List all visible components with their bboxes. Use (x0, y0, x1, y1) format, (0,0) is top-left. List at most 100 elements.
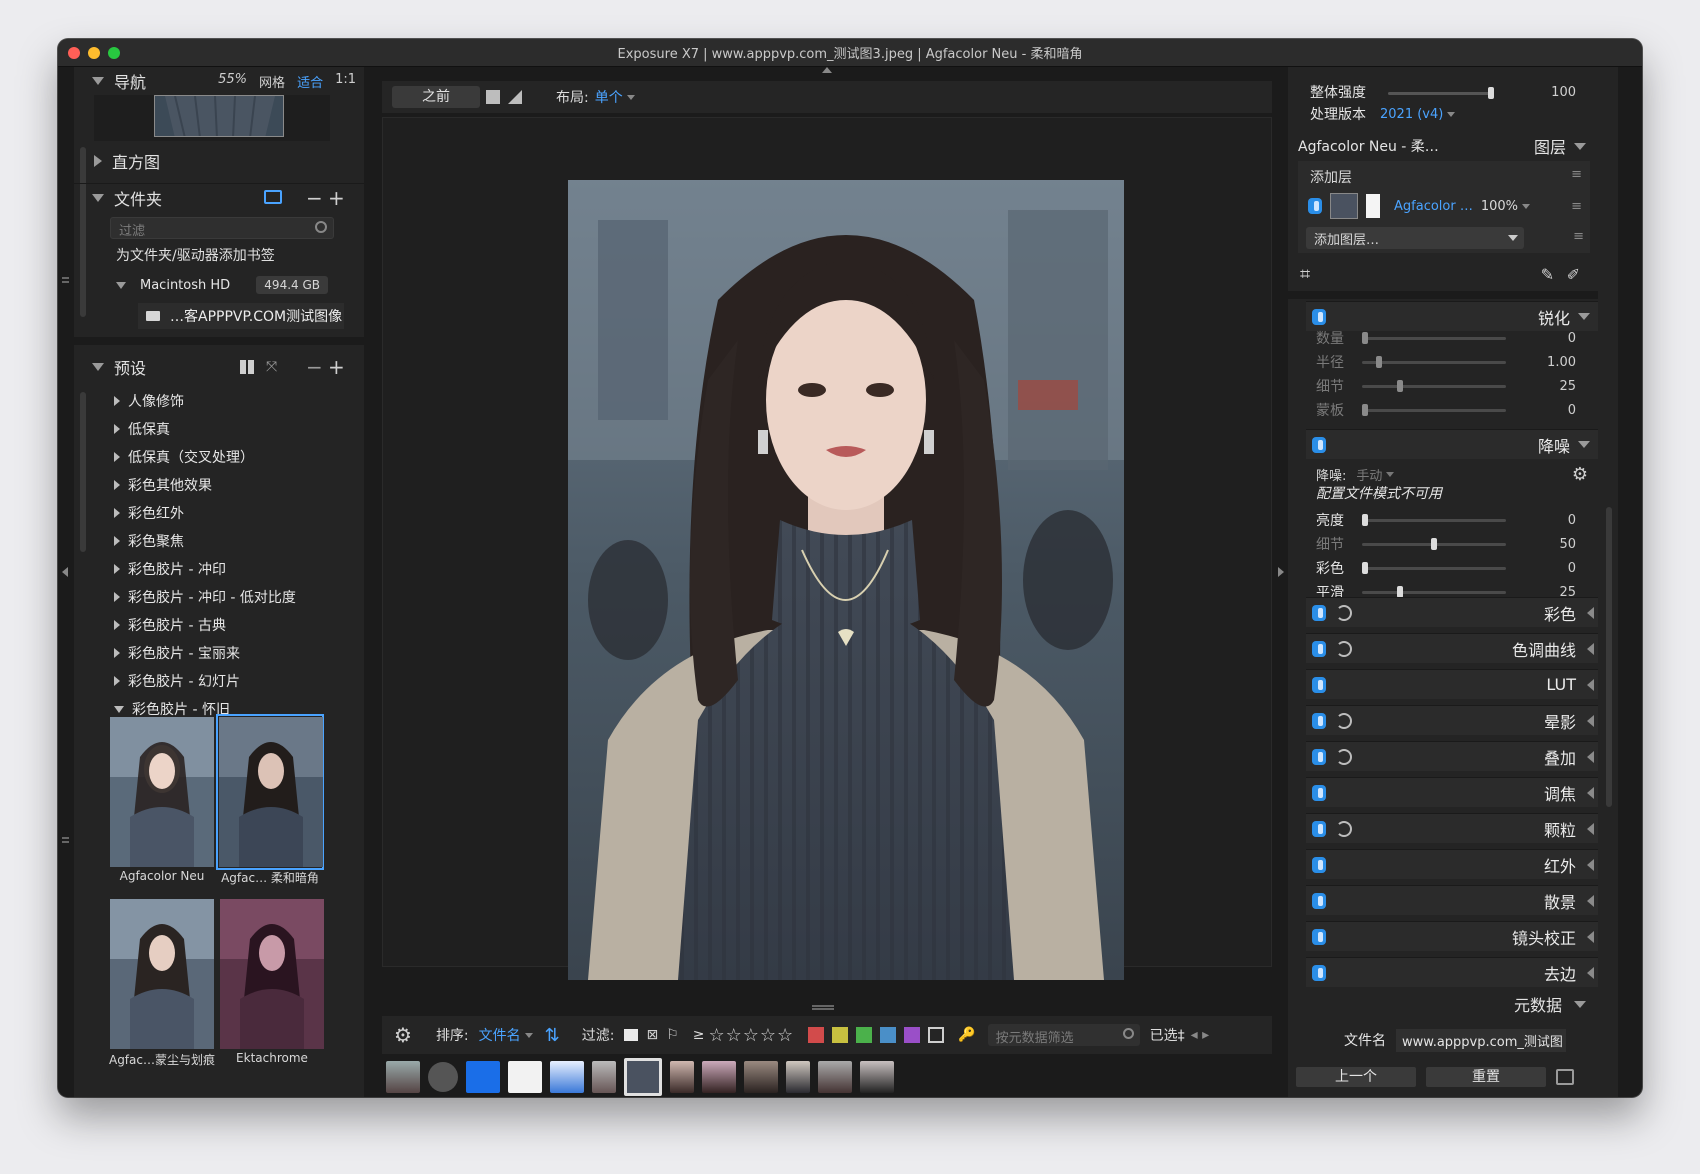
film-thumb-logo[interactable] (508, 1061, 542, 1093)
panel-toggle[interactable] (1312, 712, 1326, 729)
adjustment-panel-header[interactable]: 晕影 (1306, 705, 1598, 735)
collapse-top-icon[interactable] (822, 67, 832, 73)
navigator-thumbnail[interactable] (154, 95, 284, 137)
adjustment-panel-header[interactable]: 叠加 (1306, 741, 1598, 771)
metadata-filter-input[interactable]: 按元数据筛选 (987, 1024, 1140, 1046)
film-thumb[interactable] (670, 1061, 694, 1093)
slider-knob[interactable] (1431, 538, 1437, 550)
slider-knob[interactable] (1488, 87, 1494, 99)
panel-toggle[interactable] (1312, 640, 1326, 657)
color-label-yellow[interactable] (832, 1027, 849, 1043)
film-thumb-camera-icon[interactable] (428, 1062, 458, 1092)
preset-category[interactable]: 低保真 (92, 415, 354, 443)
preset-thumb[interactable] (110, 717, 218, 869)
preset-category[interactable]: 彩色胶片 - 宝丽来 (92, 639, 354, 667)
slider-track[interactable] (1362, 356, 1506, 368)
process-version-select[interactable]: 2021 (v4) (1380, 107, 1443, 122)
slider-track[interactable] (1362, 380, 1506, 392)
split-view-icon[interactable] (486, 90, 500, 104)
adjustment-panel-header[interactable]: 调焦 (1306, 777, 1598, 807)
layer-visibility-toggle[interactable] (1308, 198, 1322, 214)
drag-handle-icon[interactable] (62, 277, 69, 283)
one-to-one-toggle[interactable]: 1:1 (335, 72, 356, 91)
add-layer-dropdown[interactable]: 添加图层… (1306, 227, 1524, 249)
film-thumb[interactable] (860, 1061, 894, 1093)
overall-strength-slider[interactable] (1388, 87, 1494, 99)
navigator-header[interactable]: 导航 55% 网格 适合 1:1 (74, 67, 364, 95)
film-thumb[interactable] (818, 1061, 852, 1093)
reset-button[interactable]: 重置 (1426, 1067, 1546, 1087)
film-thumb[interactable] (786, 1061, 810, 1093)
preset-category[interactable]: 彩色胶片 - 冲印 - 低对比度 (92, 583, 354, 611)
eyedropper-icon[interactable]: ✎ (1541, 265, 1554, 284)
slider-knob[interactable] (1362, 332, 1368, 344)
slider-knob[interactable] (1362, 562, 1368, 574)
sync-icon[interactable] (1336, 820, 1352, 837)
color-label-red[interactable] (808, 1027, 825, 1043)
panel-toggle[interactable] (1312, 856, 1326, 873)
presets-scrollbar[interactable] (80, 392, 86, 552)
gear-icon[interactable]: ⚙ (394, 1023, 412, 1047)
slider-track[interactable] (1362, 562, 1506, 574)
slider-knob[interactable] (1397, 380, 1403, 392)
preset-category[interactable]: 彩色胶片 - 古典 (92, 611, 354, 639)
add-preset-icon[interactable]: + (328, 355, 345, 379)
sync-icon[interactable] (1336, 604, 1352, 621)
adjustment-panel-header[interactable]: LUT (1306, 669, 1598, 699)
preset-category[interactable]: 彩色红外 (92, 499, 354, 527)
layer-row[interactable]: Agfacolor … 100% ≡ (1298, 191, 1590, 221)
adjustment-panel-header[interactable]: 镜头校正 (1306, 921, 1598, 951)
slider-track[interactable] (1362, 332, 1506, 344)
remove-preset-icon[interactable]: − (306, 355, 323, 379)
film-thumb[interactable] (550, 1061, 584, 1093)
remove-folder-icon[interactable]: − (306, 186, 323, 210)
film-thumb[interactable] (386, 1061, 420, 1093)
preset-category[interactable]: 彩色其他效果 (92, 471, 354, 499)
crop-icon[interactable]: ⌗ (1300, 264, 1310, 285)
layer-options-icon[interactable]: ≡ (1573, 229, 1584, 244)
filename-field[interactable]: www.apppvp.com_测试图 (1396, 1028, 1566, 1052)
presets-header[interactable]: 预设 ⤧ − + (74, 353, 364, 381)
sort-order-icon[interactable]: ⇅ (545, 1025, 560, 1046)
panel-toggle[interactable] (1312, 604, 1326, 621)
drag-handle-icon[interactable] (62, 837, 69, 843)
zoom-window-button[interactable] (108, 47, 120, 59)
preset-category[interactable]: 低保真（交叉处理） (92, 443, 354, 471)
grid-toggle[interactable]: 网格 (259, 72, 285, 91)
panel-toggle[interactable] (1312, 928, 1326, 945)
panel-divider[interactable] (74, 337, 364, 345)
slider-knob[interactable] (1362, 514, 1368, 526)
sync-icon[interactable] (1336, 712, 1352, 729)
adjustment-panel-header[interactable]: 色调曲线 (1306, 633, 1598, 663)
histogram-header[interactable]: 直方图 (74, 147, 364, 175)
grid-view-icon[interactable] (240, 360, 254, 374)
fit-toggle[interactable]: 适合 (297, 72, 323, 91)
folders-header[interactable]: 文件夹 − + (74, 183, 364, 211)
preset-category[interactable]: 彩色胶片 - 幻灯片 (92, 667, 354, 695)
film-thumb[interactable] (744, 1061, 778, 1093)
preset-thumb-selected[interactable] (216, 714, 324, 870)
noise-panel-header[interactable]: 降噪 (1306, 429, 1598, 459)
image-canvas[interactable] (382, 117, 1272, 980)
panel-toggle[interactable] (1312, 784, 1326, 801)
add-folder-icon[interactable]: + (328, 186, 345, 210)
panel-divider[interactable] (1288, 291, 1598, 299)
film-thumb[interactable] (592, 1061, 616, 1093)
right-scrollbar[interactable] (1606, 507, 1612, 807)
layer-name[interactable]: Agfacolor … (1394, 199, 1473, 214)
before-button[interactable]: 之前 (392, 86, 480, 108)
panel-toggle[interactable] (1312, 820, 1326, 837)
panel-toggle[interactable] (1312, 748, 1326, 765)
adjustment-panel-header[interactable]: 去边 (1306, 957, 1598, 987)
adjustment-panel-header[interactable]: 彩色 (1306, 597, 1598, 627)
folder-row[interactable]: …客APPPVP.COM测试图像 (138, 303, 344, 329)
drag-handle-icon[interactable] (812, 1005, 834, 1010)
folder-browse-icon[interactable] (264, 190, 282, 204)
chevron-down-icon[interactable] (1574, 142, 1586, 150)
preset-thumb[interactable] (220, 899, 328, 1051)
film-thumb-selected[interactable] (624, 1058, 662, 1096)
main-photo[interactable] (568, 180, 1124, 980)
folder-filter-input[interactable]: 过滤 (110, 217, 334, 239)
slider-knob[interactable] (1362, 404, 1368, 416)
preset-category[interactable]: 人像修饰 (92, 387, 354, 415)
